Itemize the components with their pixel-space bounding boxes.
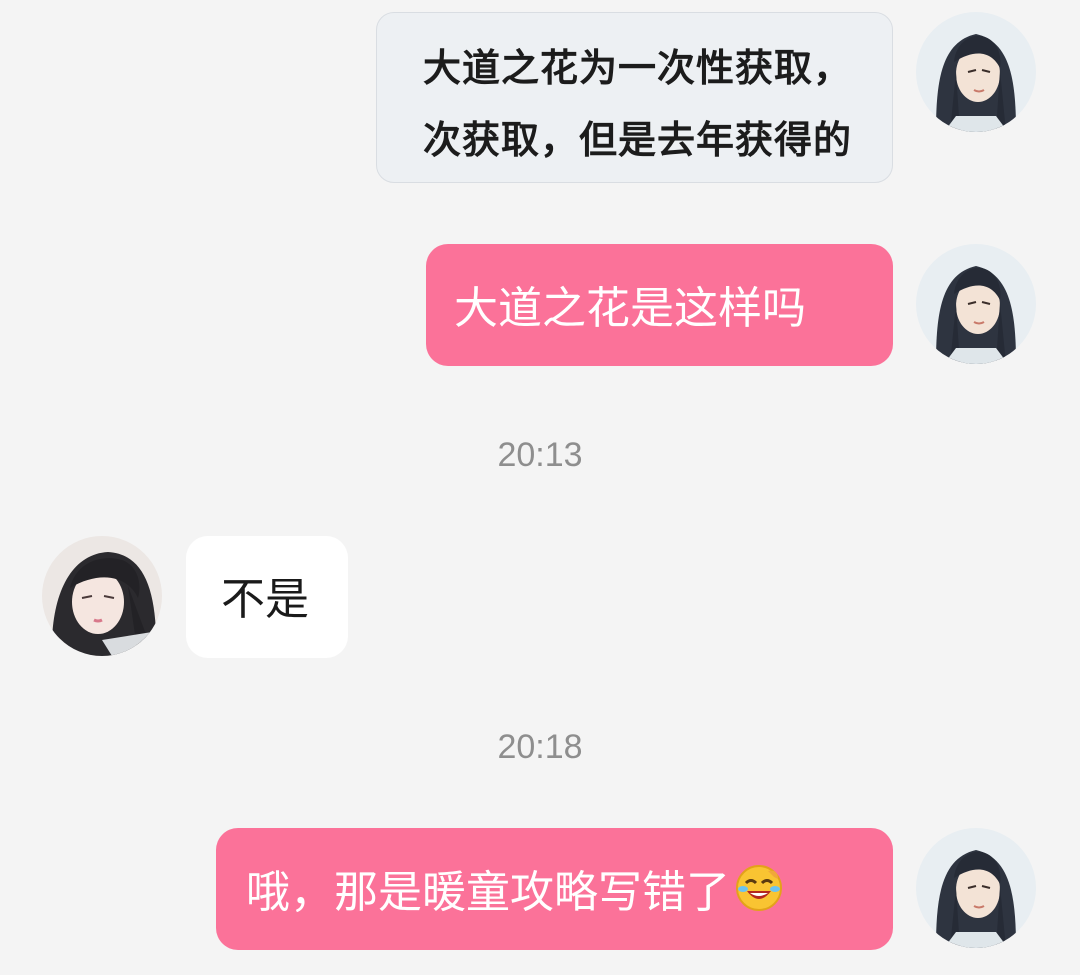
- image-message[interactable]: 大道之花为一次性获取， 次获取，但是去年获得的: [376, 12, 893, 183]
- female-portrait-icon: [42, 536, 162, 656]
- message-text: 不是: [221, 574, 309, 625]
- self-message-bubble[interactable]: 哦，那是暖童攻略写错了: [216, 828, 893, 950]
- contact-message-bubble[interactable]: 不是: [186, 536, 348, 658]
- timestamp: 20:13: [497, 436, 583, 474]
- male-portrait-icon: [916, 828, 1036, 948]
- image-text-line: 次获取，但是去年获得的: [423, 118, 853, 162]
- contact-avatar[interactable]: [42, 536, 162, 656]
- self-avatar[interactable]: [916, 828, 1036, 948]
- laughing-tears-emoji-icon: [734, 863, 784, 921]
- image-text-line: 大道之花为一次性获取，: [423, 46, 853, 90]
- self-avatar[interactable]: [916, 244, 1036, 364]
- self-avatar[interactable]: [916, 12, 1036, 132]
- message-text: 大道之花是这样吗: [454, 283, 806, 334]
- message-text: 哦，那是暖童攻略写错了: [246, 867, 730, 918]
- male-portrait-icon: [916, 244, 1036, 364]
- timestamp: 20:18: [497, 728, 583, 766]
- self-message-bubble[interactable]: 大道之花是这样吗: [426, 244, 893, 366]
- male-portrait-icon: [916, 12, 1036, 132]
